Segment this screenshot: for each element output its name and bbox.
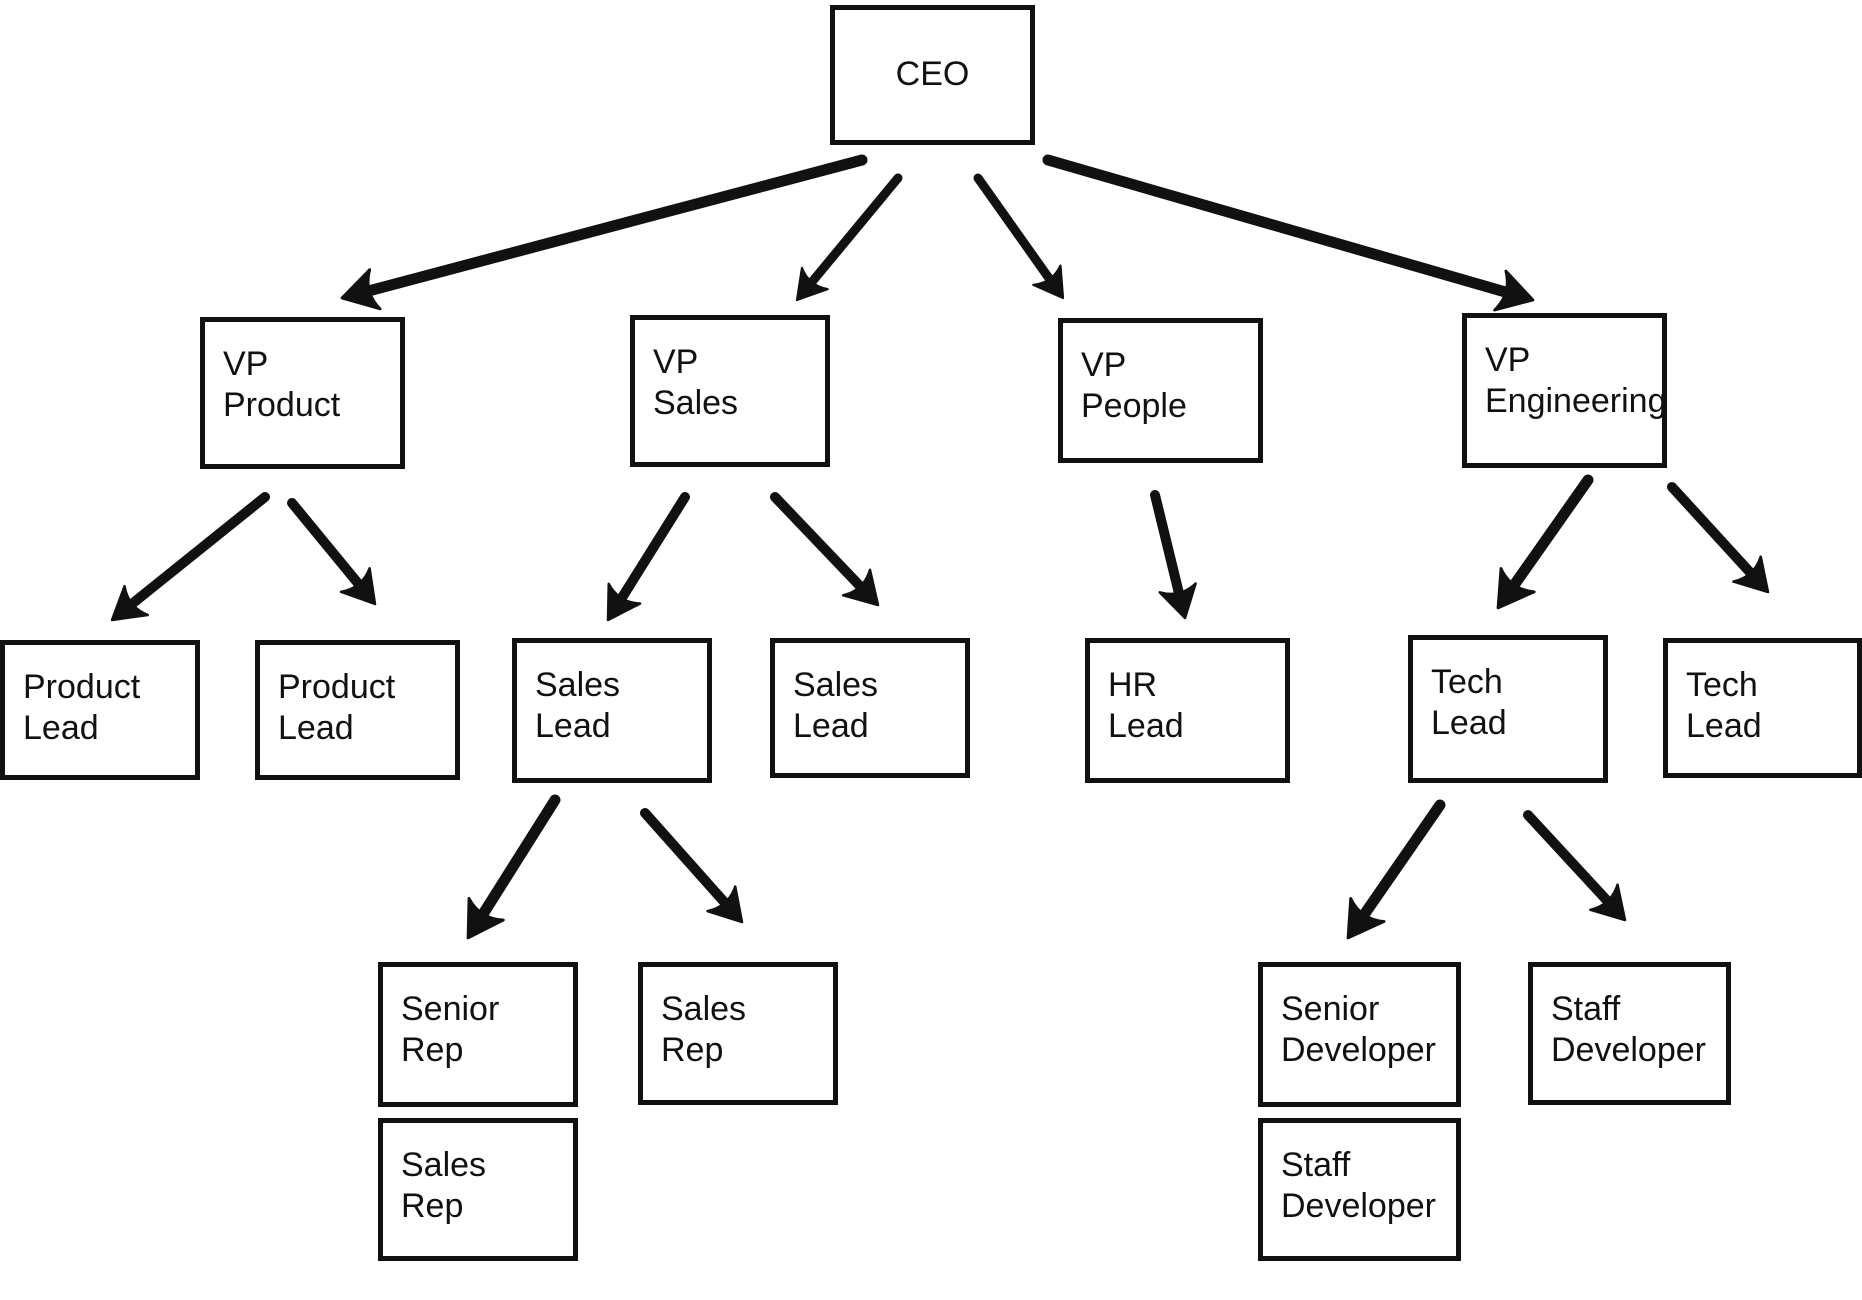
node-vp-people[interactable]: VP People xyxy=(1058,318,1263,463)
node-tech-lead-1-label-line-1: Tech xyxy=(1431,663,1503,701)
node-staff-developer-1[interactable]: Staff Developer xyxy=(1528,962,1731,1105)
edge-arrowhead-icon xyxy=(340,268,382,311)
node-ceo-label-line-1: CEO xyxy=(895,55,970,94)
node-sales-rep-2-label-line-2: Rep xyxy=(401,1187,464,1226)
edge-shaft xyxy=(1506,474,1594,594)
edge-arrowhead-icon xyxy=(1346,897,1386,940)
edge-shaft xyxy=(1042,154,1515,299)
node-sales-rep-1-label-line-2: Rep xyxy=(661,1031,724,1070)
edge-vp-product-to-lead-1 xyxy=(110,492,270,622)
edge-sales-lead-to-senior-rep xyxy=(466,794,561,940)
node-vp-people-label-line-1: VP xyxy=(1081,346,1127,384)
node-staff-developer-1-label-line-1: Staff xyxy=(1551,990,1621,1028)
node-tech-lead-2-label-line-1: Tech xyxy=(1686,666,1758,704)
node-vp-sales[interactable]: VP Sales xyxy=(630,315,830,467)
edge-arrowhead-icon xyxy=(339,567,377,606)
edge-vp-sales-to-lead-2 xyxy=(770,492,880,607)
edge-shaft xyxy=(475,794,561,923)
node-vp-product[interactable]: VP Product xyxy=(200,317,405,469)
edge-shaft xyxy=(973,173,1056,287)
node-product-lead-1-label-line-2: Lead xyxy=(23,709,99,748)
edge-arrowhead-icon xyxy=(1493,269,1535,312)
node-staff-developer-2-label-line-2: Developer xyxy=(1281,1187,1436,1226)
org-chart-canvas: CEO VP Product VP Sales VP People VP Engineering… xyxy=(0,0,1862,1300)
node-sales-rep-2-label-line-1: Sales xyxy=(401,1146,487,1184)
edge-arrowhead-icon xyxy=(110,584,150,622)
node-vp-eng-label-line-1: VP xyxy=(1485,341,1531,379)
edge-ceo-to-vp-eng xyxy=(1042,154,1535,312)
node-sales-lead-2-label-line-1: Sales xyxy=(793,666,879,704)
node-staff-developer-2[interactable]: Staff Developer xyxy=(1258,1118,1461,1261)
node-product-lead-2[interactable]: Product Lead xyxy=(255,640,460,780)
edge-arrowhead-icon xyxy=(1032,264,1065,300)
edge-shaft xyxy=(124,492,270,612)
node-hr-lead-label-line-2: Lead xyxy=(1108,707,1184,746)
edge-shaft xyxy=(1523,810,1615,909)
node-ceo[interactable]: CEO xyxy=(830,5,1035,145)
edge-arrowhead-icon xyxy=(466,896,505,940)
edge-shaft xyxy=(1356,799,1446,924)
edge-arrowhead-icon xyxy=(795,266,829,302)
edge-ceo-to-vp-people xyxy=(973,173,1065,300)
edge-shaft xyxy=(360,154,868,298)
edge-tech-lead-to-staff-dev xyxy=(1523,810,1627,922)
node-sales-lead-2[interactable]: Sales Lead xyxy=(770,638,970,778)
edge-shaft xyxy=(640,808,733,911)
node-senior-developer[interactable]: Senior Developer xyxy=(1258,962,1461,1107)
node-senior-rep-label-line-2: Rep xyxy=(401,1031,464,1070)
node-vp-eng[interactable]: VP Engineering xyxy=(1462,313,1667,468)
edge-sales-lead-to-sales-rep xyxy=(640,808,744,924)
edge-shaft xyxy=(614,492,690,607)
node-sales-lead-2-label-line-2: Lead xyxy=(793,707,869,746)
edge-vp-sales-to-lead-1 xyxy=(606,492,690,622)
node-vp-product-label-line-1: VP xyxy=(223,345,269,383)
node-sales-lead-1-label-line-2: Lead xyxy=(535,707,611,746)
edge-shaft xyxy=(805,173,903,290)
edge-arrowhead-icon xyxy=(1496,567,1536,610)
edge-arrowhead-icon xyxy=(706,885,744,924)
node-senior-developer-label-line-1: Senior xyxy=(1281,990,1380,1028)
edge-arrowhead-icon xyxy=(1158,582,1197,620)
edge-arrowhead-icon xyxy=(1589,883,1627,922)
edge-shaft xyxy=(1667,482,1758,581)
node-senior-developer-label-line-2: Developer xyxy=(1281,1031,1436,1070)
edge-vp-people-to-hr-lead xyxy=(1150,490,1197,620)
node-sales-lead-1-label-line-1: Sales xyxy=(535,666,621,704)
edge-arrowhead-icon xyxy=(841,568,880,607)
node-tech-lead-2-label-line-2: Lead xyxy=(1686,707,1762,746)
node-senior-rep-label-line-1: Senior xyxy=(401,990,500,1028)
node-sales-lead-1[interactable]: Sales Lead xyxy=(512,638,712,783)
node-vp-people-label-line-2: People xyxy=(1081,387,1187,426)
node-vp-product-label-line-2: Product xyxy=(223,386,341,425)
edge-vp-product-to-lead-2 xyxy=(287,498,377,606)
edge-vp-eng-to-tech-lead-2 xyxy=(1667,482,1770,594)
node-hr-lead-label-line-1: HR xyxy=(1108,666,1158,704)
node-staff-developer-2-label-line-1: Staff xyxy=(1281,1146,1351,1184)
node-product-lead-2-label-line-2: Lead xyxy=(278,709,354,748)
edge-ceo-to-vp-sales xyxy=(795,173,903,302)
edge-shaft xyxy=(1150,490,1185,602)
node-sales-rep-2[interactable]: Sales Rep xyxy=(378,1118,578,1261)
edge-arrowhead-icon xyxy=(1732,555,1770,594)
node-tech-lead-2[interactable]: Tech Lead xyxy=(1663,638,1862,778)
node-product-lead-1-label-line-1: Product xyxy=(23,668,141,706)
node-tech-lead-1-label-line-2: Lead xyxy=(1431,704,1507,743)
node-sales-rep-1-label-line-1: Sales xyxy=(661,990,747,1028)
edge-vp-eng-to-tech-lead-1 xyxy=(1496,474,1594,610)
edge-shaft xyxy=(770,492,868,594)
node-staff-developer-1-label-line-2: Developer xyxy=(1551,1031,1706,1070)
edge-shaft xyxy=(287,498,366,592)
node-tech-lead-1[interactable]: Tech Lead xyxy=(1408,635,1608,783)
node-hr-lead[interactable]: HR Lead xyxy=(1085,638,1290,783)
node-vp-eng-label-line-2: Engineering xyxy=(1485,382,1667,421)
node-product-lead-1[interactable]: Product Lead xyxy=(0,640,200,780)
node-sales-rep-1[interactable]: Sales Rep xyxy=(638,962,838,1105)
edge-arrowhead-icon xyxy=(606,582,642,622)
node-vp-sales-label-line-1: VP xyxy=(653,343,699,381)
node-product-lead-2-label-line-1: Product xyxy=(278,668,396,706)
edge-tech-lead-to-senior-dev xyxy=(1346,799,1446,940)
node-senior-rep[interactable]: Senior Rep xyxy=(378,962,578,1107)
edge-ceo-to-vp-product xyxy=(340,154,868,311)
node-vp-sales-label-line-2: Sales xyxy=(653,384,739,423)
